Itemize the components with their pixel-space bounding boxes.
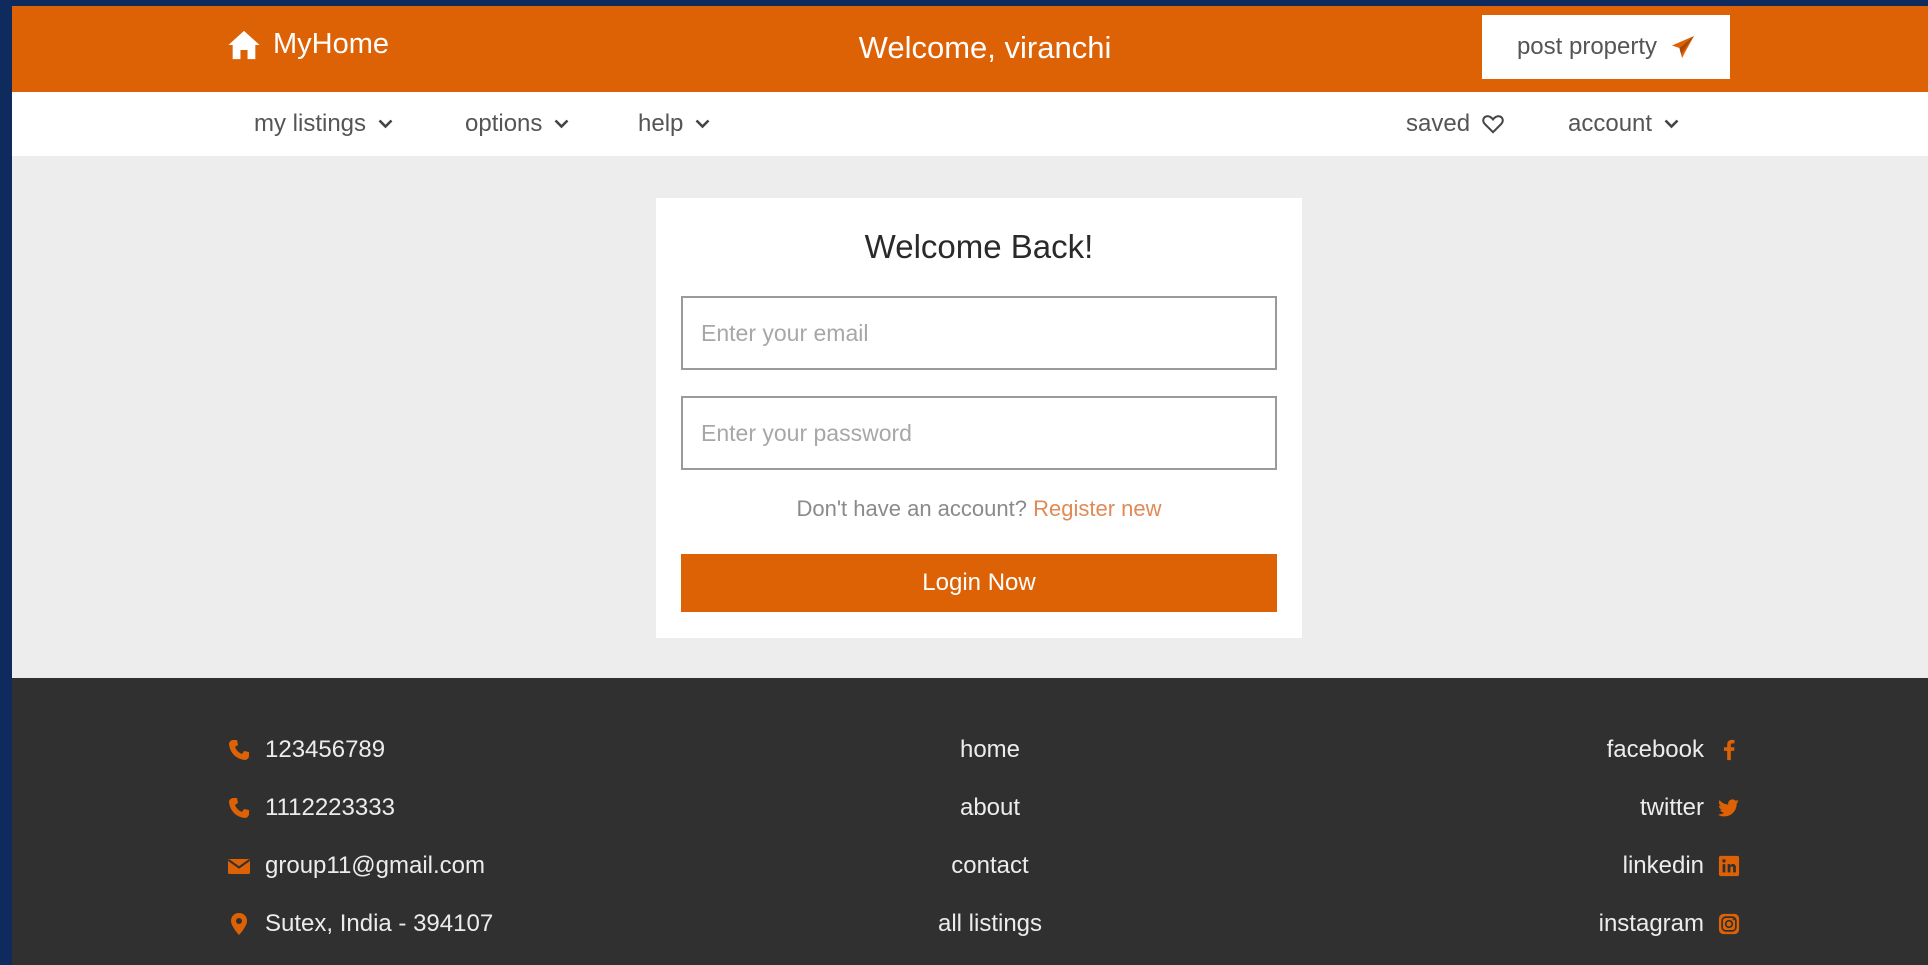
nav-account[interactable]: account (1568, 110, 1679, 138)
nav-my-listings[interactable]: my listings (254, 110, 393, 138)
social-linkedin[interactable]: linkedin (1623, 852, 1740, 880)
nav-help[interactable]: help (638, 110, 710, 138)
social-instagram[interactable]: instagram (1599, 910, 1740, 938)
nav-my-listings-label: my listings (254, 110, 367, 137)
social-facebook[interactable]: facebook (1607, 736, 1740, 764)
nav-saved[interactable]: saved (1406, 110, 1504, 138)
password-field[interactable] (681, 396, 1277, 470)
facebook-icon (1723, 739, 1735, 761)
top-header: MyHome Welcome, viranchi post property (12, 6, 1928, 92)
linkedin-icon (1718, 855, 1740, 877)
chevron-down-icon (378, 119, 393, 129)
nav-bar: my listings options help saved account (12, 92, 1928, 156)
footer: 123456789 1112223333 group11@gmail.com S… (12, 678, 1928, 965)
login-title: Welcome Back! (864, 228, 1094, 265)
nav-options-label: options (465, 110, 543, 137)
paper-plane-icon (1672, 36, 1695, 58)
social-twitter[interactable]: twitter (1640, 794, 1740, 822)
twitter-icon (1718, 799, 1739, 817)
social-facebook-label: facebook (1606, 736, 1704, 763)
chevron-down-icon (1664, 119, 1679, 129)
nav-saved-label: saved (1406, 110, 1471, 137)
nav-options[interactable]: options (465, 110, 569, 138)
instagram-icon (1718, 913, 1740, 935)
post-property-button[interactable]: post property (1482, 15, 1730, 79)
login-button[interactable]: Login Now (681, 554, 1277, 612)
login-card: Welcome Back! Don't have an account? Reg… (656, 198, 1302, 638)
social-linkedin-label: linkedin (1622, 852, 1704, 879)
register-prompt: Don't have an account? (796, 496, 1027, 521)
chevron-down-icon (554, 119, 569, 129)
page: MyHome Welcome, viranchi post property m… (12, 6, 1928, 965)
chevron-down-icon (695, 119, 710, 129)
nav-account-label: account (1568, 110, 1653, 137)
post-property-label: post property (1516, 33, 1658, 60)
email-field[interactable] (681, 296, 1277, 370)
nav-help-label: help (638, 110, 684, 137)
social-instagram-label: instagram (1598, 910, 1704, 937)
register-prompt-line: Don't have an account? Register new (656, 496, 1302, 522)
social-twitter-label: twitter (1639, 794, 1704, 821)
register-link[interactable]: Register new (1033, 496, 1161, 521)
heart-icon (1482, 115, 1504, 134)
